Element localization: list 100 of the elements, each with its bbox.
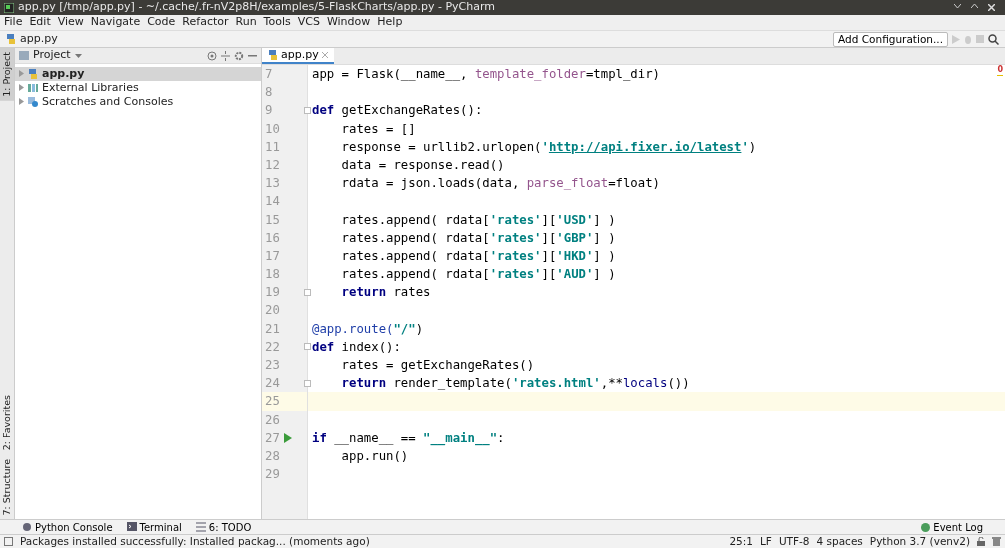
line-number: 27	[265, 429, 280, 447]
line-number: 10	[265, 120, 280, 138]
python-file-icon	[28, 68, 38, 79]
line-number: 11	[265, 138, 280, 156]
line-number: 24	[265, 375, 280, 393]
library-icon	[28, 82, 38, 93]
code-line: return rates	[341, 284, 431, 302]
tree-row[interactable]: app.py	[15, 66, 261, 81]
minimize-icon[interactable]	[954, 4, 961, 9]
locate-icon[interactable]	[207, 50, 217, 61]
caret-position[interactable]: 25:1	[729, 533, 753, 548]
line-number: 20	[265, 302, 280, 320]
tool-window-tab[interactable]: 2: Favorites	[0, 391, 14, 455]
line-separator[interactable]: LF	[760, 533, 772, 548]
fold-marker[interactable]	[304, 288, 311, 296]
menu-item[interactable]: File	[4, 14, 23, 31]
menu-item[interactable]: View	[57, 14, 84, 31]
window-title: app.py [/tmp/app.py] - ~/.cache/.fr-nV2p8H/examples/5-FlaskCharts/app.py - PyCharm	[18, 0, 496, 16]
line-number: 15	[265, 211, 280, 229]
app-icon	[4, 2, 14, 13]
message-icon	[4, 537, 13, 546]
scratch-icon	[28, 96, 38, 107]
fold-marker[interactable]	[304, 343, 311, 351]
menu-item[interactable]: Refactor	[182, 14, 229, 31]
close-icon	[321, 52, 328, 58]
search-icon[interactable]	[988, 33, 999, 45]
minimize-panel-icon[interactable]	[248, 54, 257, 57]
fold-marker[interactable]	[304, 106, 311, 114]
file-encoding[interactable]: UTF-8	[778, 533, 810, 548]
code-line: def index():	[312, 338, 401, 356]
line-number: 14	[265, 193, 280, 211]
line-number: 26	[265, 411, 280, 429]
todo-icon	[195, 522, 206, 532]
breadcrumb[interactable]: app.py	[20, 30, 58, 48]
maximize-icon[interactable]	[971, 4, 978, 9]
settings-icon[interactable]	[234, 50, 244, 61]
code-line: if __name__ == "__main__":	[312, 429, 505, 447]
python-file-icon	[6, 34, 16, 44]
code-line: rates = []	[341, 120, 416, 138]
code-line: @app.route("/")	[312, 320, 424, 338]
tool-window-button[interactable]: 6: TODO	[195, 519, 252, 535]
menu-item[interactable]: Tools	[263, 14, 291, 31]
code-line: rates = getExchangeRates()	[341, 357, 535, 374]
run-icon[interactable]	[283, 432, 292, 443]
code-line: def getExchangeRates():	[312, 102, 483, 120]
tool-window-button[interactable]: Terminal	[126, 519, 182, 535]
python-file-icon	[268, 50, 278, 60]
interpreter-selector[interactable]: Python 3.7 (venv2)	[869, 533, 970, 548]
line-number: 13	[265, 175, 280, 193]
line-number: 18	[265, 266, 280, 284]
line-number: 29	[265, 466, 280, 484]
code-line: app = Flask(__name__, template_folder=tmpl_dir)	[312, 66, 660, 83]
menu-item[interactable]: Navigate	[90, 14, 141, 31]
tool-window-tab[interactable]: 1: Project	[0, 48, 14, 101]
collapse-icon[interactable]	[221, 50, 230, 61]
code-line: rdata = json.loads(data, parse_float=float)	[341, 175, 660, 193]
code-line: rates.append( rdata['rates']['USD'] )	[341, 211, 616, 229]
tool-window-tab[interactable]: 7: Structure	[0, 454, 14, 519]
line-number: 21	[265, 320, 280, 338]
project-icon	[19, 51, 29, 60]
code-line: return render_template('rates.html',**locals())	[341, 375, 690, 393]
line-number: 8	[265, 84, 273, 102]
menu-item[interactable]: VCS	[297, 14, 320, 31]
dropdown-icon[interactable]	[74, 53, 82, 58]
menu-item[interactable]: Edit	[29, 14, 51, 31]
code-line: response = urllib2.urlopen('http://api.fixer.io/latest')	[341, 138, 757, 156]
code-line: data = response.read()	[341, 156, 505, 174]
add-configuration-button[interactable]: Add Configuration...	[833, 31, 948, 47]
close-icon[interactable]	[988, 4, 995, 11]
line-number: 17	[265, 247, 280, 265]
tree-row[interactable]: External Libraries	[15, 80, 261, 95]
menu-item[interactable]: Run	[235, 14, 257, 31]
line-number: 23	[265, 357, 280, 374]
editor-tab[interactable]: app.py	[262, 48, 334, 64]
line-number: 16	[265, 229, 280, 247]
code-line: rates.append( rdata['rates']['HKD'] )	[341, 247, 616, 265]
menu-item[interactable]: Code	[147, 14, 176, 31]
fold-marker[interactable]	[304, 379, 311, 387]
event-log-button[interactable]: Event Log	[921, 519, 983, 535]
tree-item-label: External Libraries	[42, 79, 139, 96]
tree-row[interactable]: Scratches and Consoles	[15, 94, 261, 109]
error-count[interactable]: 0	[997, 65, 1003, 76]
line-number: 25	[265, 393, 280, 411]
terminal-icon	[126, 522, 137, 532]
line-number: 9	[265, 102, 273, 120]
line-number: 12	[265, 156, 280, 174]
code-line: rates.append( rdata['rates']['AUD'] )	[341, 266, 616, 284]
line-number: 7	[265, 66, 273, 83]
status-message[interactable]: Packages installed successfully: Installed packag... (moments ago)	[20, 533, 370, 548]
console-icon	[22, 522, 32, 532]
code-line: app.run()	[341, 447, 409, 465]
panel-title[interactable]: Project	[33, 47, 71, 64]
notification-icon	[921, 522, 931, 532]
code-line: rates.append( rdata['rates']['GBP'] )	[341, 229, 616, 247]
line-number: 19	[265, 284, 280, 302]
tool-window-button[interactable]: Python Console	[22, 519, 113, 535]
indent-setting[interactable]: 4 spaces	[816, 533, 863, 548]
line-number: 22	[265, 338, 280, 356]
menu-item[interactable]: Help	[377, 14, 403, 31]
menu-item[interactable]: Window	[326, 14, 371, 31]
